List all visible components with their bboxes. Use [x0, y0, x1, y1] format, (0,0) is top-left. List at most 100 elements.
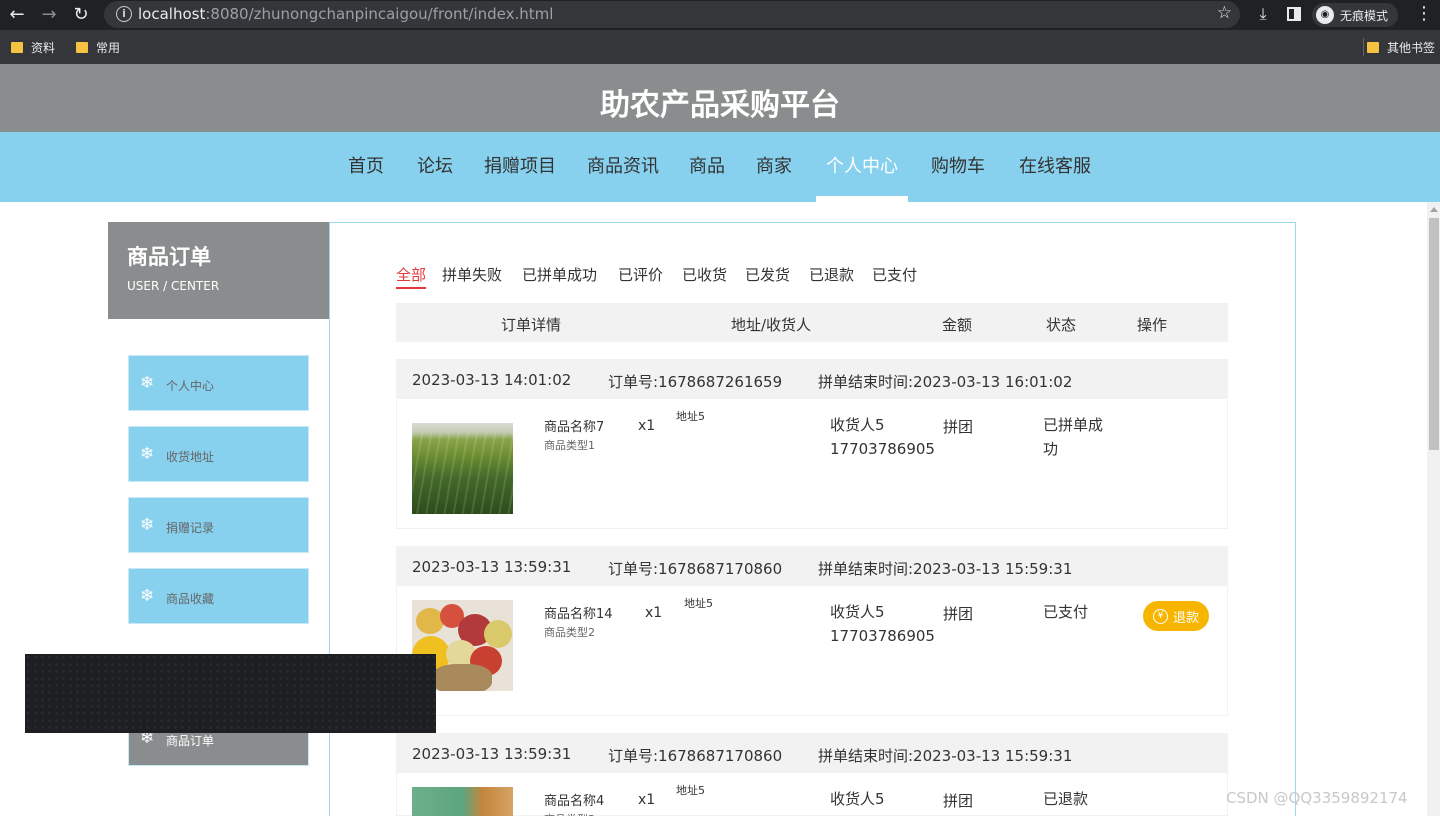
order-receiver: 收货人5 17703786905	[830, 600, 935, 648]
snowflake-icon: ❄	[140, 586, 155, 606]
nav-product-news[interactable]: 商品资讯	[587, 152, 659, 178]
incognito-label: 无痕模式	[1340, 8, 1389, 23]
tab-refunded[interactable]: 已退款	[809, 264, 854, 285]
sidebar-title: 商品订单	[127, 245, 211, 269]
order-address: 地址5	[676, 410, 705, 423]
receiver-phone: 17703786905	[830, 440, 935, 458]
bookmark-star-icon[interactable]: ☆	[1217, 3, 1232, 23]
nav-cart[interactable]: 购物车	[931, 152, 985, 178]
order-header: 2023-03-13 14:01:02 订单号:1678687261659 拼单…	[396, 359, 1228, 399]
download-icon[interactable]: ⤓	[1253, 4, 1273, 24]
side-panel-icon[interactable]	[1287, 7, 1301, 21]
product-type: 商品类型1	[544, 439, 595, 452]
url-path: :8080/zhunongchanpincaigou/front/index.h…	[205, 5, 554, 23]
sidebar-item-user-center[interactable]: ❄ 个人中心	[128, 355, 309, 411]
tab-paid[interactable]: 已支付	[872, 264, 917, 285]
order-address: 地址5	[676, 784, 705, 797]
other-bookmarks[interactable]: 其他书签	[1367, 39, 1435, 56]
tab-group-success[interactable]: 已拼单成功	[522, 264, 597, 285]
browser-menu-icon[interactable]: ⋮	[1414, 3, 1434, 24]
nav-merchants[interactable]: 商家	[756, 152, 792, 178]
col-amount: 金额	[942, 316, 973, 334]
order-status: 已拼单成功	[1043, 416, 1104, 458]
other-bookmarks-label: 其他书签	[1387, 41, 1436, 55]
fruit-shape	[484, 620, 512, 648]
tab-received[interactable]: 已收货	[682, 264, 727, 285]
nav-donation[interactable]: 捐赠项目	[484, 152, 556, 178]
sidebar-subtitle: USER / CENTER	[127, 279, 220, 293]
basket-shape	[432, 664, 492, 691]
tab-shipped[interactable]: 已发货	[745, 264, 790, 285]
order-number: 订单号:1678687261659	[608, 373, 783, 391]
product-qty: x1	[638, 792, 656, 808]
product-type: 商品类型2	[544, 626, 595, 639]
order-number: 订单号:1678687170860	[608, 560, 783, 578]
order-status: 已退款	[1043, 790, 1089, 808]
redaction-overlay	[25, 654, 436, 733]
nav-active-indicator	[816, 196, 908, 202]
watermark: CSDN @QQ3359892174	[1226, 789, 1408, 807]
order-date: 2023-03-13 13:59:31	[412, 558, 572, 576]
tab-all[interactable]: 全部	[396, 264, 427, 289]
order-receiver: 收货人5	[830, 787, 885, 811]
orders-table-header: 订单详情 地址/收货人 金额 状态 操作	[396, 303, 1228, 342]
nav-online-service[interactable]: 在线客服	[1019, 152, 1091, 178]
folder-icon	[11, 42, 23, 53]
sidebar-item-favorites[interactable]: ❄ 商品收藏	[128, 568, 309, 624]
tab-reviewed[interactable]: 已评价	[618, 264, 663, 285]
sidebar-item-donations[interactable]: ❄ 捐赠记录	[128, 497, 309, 553]
product-qty: x1	[638, 418, 656, 434]
bookmarks-divider	[1363, 38, 1364, 56]
product-name[interactable]: 商品名称4	[544, 790, 604, 809]
back-arrow-icon[interactable]: ←	[5, 3, 29, 27]
sidebar-item-label: 捐赠记录	[166, 521, 215, 535]
sidebar-item-label: 商品收藏	[166, 592, 215, 606]
refund-button[interactable]: ¥ 退款	[1143, 601, 1209, 631]
product-name[interactable]: 商品名称7	[544, 416, 604, 435]
site-header: 助农产品采购平台	[0, 64, 1440, 132]
scroll-up-arrow-icon[interactable]	[1430, 207, 1438, 212]
nav-user-center[interactable]: 个人中心	[826, 152, 898, 178]
product-name[interactable]: 商品名称14	[544, 603, 613, 622]
reload-icon[interactable]: ↻	[69, 3, 93, 27]
sidebar-item-label: 个人中心	[166, 379, 215, 393]
order-date: 2023-03-13 13:59:31	[412, 745, 572, 763]
bookmarks-bar: 资料 常用 其他书签	[0, 30, 1440, 64]
product-qty: x1	[645, 605, 663, 621]
url-text[interactable]: localhost:8080/zhunongchanpincaigou/fron…	[138, 5, 553, 23]
col-order-details: 订单详情	[501, 316, 562, 334]
sidebar-item-address[interactable]: ❄ 收货地址	[128, 426, 309, 482]
tab-group-failed[interactable]: 拼单失败	[442, 264, 502, 285]
scrollbar-thumb[interactable]	[1429, 218, 1439, 450]
bookmark-folder-changyong[interactable]: 常用	[76, 39, 120, 56]
bookmark-label: 常用	[96, 41, 121, 55]
nav-home[interactable]: 首页	[348, 152, 384, 178]
snowflake-icon: ❄	[140, 444, 155, 464]
order-receiver: 收货人5 17703786905	[830, 413, 935, 461]
sidebar-item-label: 收货地址	[166, 450, 215, 464]
order-row: 商品名称7 商品类型1 x1 地址5 收货人5 17703786905 拼团 已拼…	[396, 399, 1228, 529]
product-image-vegetable[interactable]	[412, 787, 513, 816]
order-header: 2023-03-13 13:59:31 订单号:1678687170860 拼单…	[396, 733, 1228, 773]
browser-toolbar: ← → ↻ i localhost:8080/zhunongchanpincai…	[0, 0, 1440, 30]
sidebar-item-label: 商品订单	[166, 734, 215, 748]
receiver-name: 收货人5	[830, 603, 885, 621]
main-nav: 首页 论坛 捐赠项目 商品资讯 商品 商家 个人中心 购物车 在线客服	[0, 132, 1440, 202]
order-number: 订单号:1678687170860	[608, 747, 783, 765]
incognito-badge[interactable]: ◉ 无痕模式	[1312, 3, 1399, 27]
order-end-time: 拼单结束时间:2023-03-13 15:59:31	[818, 747, 1073, 765]
info-icon[interactable]: i	[116, 6, 132, 22]
order-date: 2023-03-13 14:01:02	[412, 371, 572, 389]
nav-forum[interactable]: 论坛	[417, 152, 453, 178]
bookmark-folder-ziliao[interactable]: 资料	[11, 39, 55, 56]
receiver-name: 收货人5	[830, 790, 885, 808]
address-bar[interactable]: i localhost:8080/zhunongchanpincaigou/fr…	[104, 1, 1240, 28]
product-type: 商品类型3	[544, 811, 595, 816]
forward-arrow-icon[interactable]: →	[37, 3, 61, 27]
col-address: 地址/收货人	[731, 316, 812, 334]
order-row: 商品名称14 商品类型2 x1 地址5 收货人5 17703786905 拼团 已…	[396, 586, 1228, 716]
nav-products[interactable]: 商品	[689, 152, 725, 178]
snowflake-icon: ❄	[140, 373, 155, 393]
product-image-millet[interactable]	[412, 423, 513, 514]
order-header: 2023-03-13 13:59:31 订单号:1678687170860 拼单…	[396, 546, 1228, 586]
